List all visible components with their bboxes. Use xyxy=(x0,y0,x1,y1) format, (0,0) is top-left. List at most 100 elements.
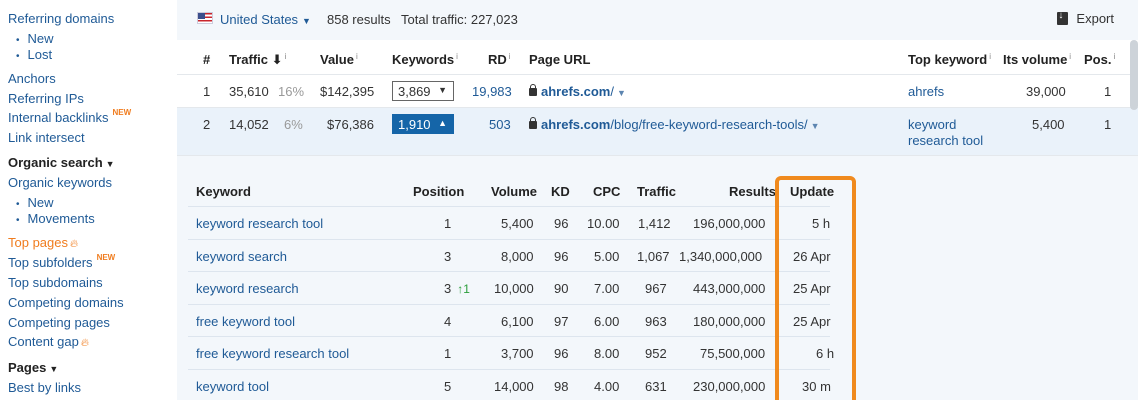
sidebar-item-label: Internal backlinks xyxy=(8,110,109,125)
col-cpc[interactable]: CPC xyxy=(593,184,620,199)
row-results: 230,000,000 xyxy=(693,378,766,394)
row-top-keyword[interactable]: ahrefs xyxy=(908,84,944,99)
col-pos[interactable]: Pos. i xyxy=(1084,52,1115,67)
row-results: 196,000,000 xyxy=(693,216,766,231)
sidebar-item-best-by-links[interactable]: Best by links xyxy=(8,380,81,395)
caret-up-icon: ▲ xyxy=(438,118,447,128)
table-row: free keyword tool 4 6,100 97 6.00 963 18… xyxy=(188,303,831,337)
sidebar-item-rd-lost[interactable]: • Lost xyxy=(16,47,52,62)
sidebar-item-internal-backlinks[interactable]: Internal backlinks NEW xyxy=(8,108,131,125)
bullet-icon: • xyxy=(16,199,20,210)
row-cpc: 10.00 xyxy=(587,216,620,231)
col-volume[interactable]: Volume xyxy=(491,184,537,199)
sidebar-item-label: Top subfolders xyxy=(8,255,93,270)
bullet-icon: • xyxy=(16,35,20,46)
sidebar-item-top-subdomains[interactable]: Top subdomains xyxy=(8,275,103,290)
caret-down-icon[interactable]: ▼ xyxy=(811,121,820,131)
row-update: 26 Apr xyxy=(793,248,831,264)
col-label: Traffic xyxy=(229,52,269,67)
country-select[interactable]: United States ▼ xyxy=(220,12,311,27)
sidebar-heading-label: Organic search xyxy=(8,155,103,170)
col-traffic[interactable]: Traffic ⬇ i xyxy=(229,52,286,68)
row-cpc: 5.00 xyxy=(594,248,620,264)
keyword-link[interactable]: keyword search xyxy=(196,249,287,264)
keywords-subtable: Keyword Position Volume KD CPC Traffic R… xyxy=(177,156,1138,400)
keyword-link[interactable]: keyword research xyxy=(196,281,299,296)
sidebar-item-rd-new[interactable]: • New xyxy=(16,31,54,46)
keywords-dropdown[interactable]: 1,910 ▲ xyxy=(392,114,454,134)
col-value[interactable]: Value i xyxy=(320,52,358,67)
sidebar-item-organic-keywords[interactable]: Organic keywords xyxy=(8,175,112,190)
info-icon: i xyxy=(989,52,991,61)
col-kd[interactable]: KD xyxy=(551,184,570,199)
row-volume: 8,000 xyxy=(501,248,534,264)
table-row[interactable]: 2 14,052 6% $76,386 1,910 ▲ 503 ahrefs.co… xyxy=(177,108,1138,156)
caret-down-icon[interactable]: ▼ xyxy=(617,88,626,98)
sidebar-item-label: Movements xyxy=(27,211,95,226)
sidebar-item-referring-domains[interactable]: Referring domains xyxy=(8,11,114,26)
scrollbar-thumb[interactable] xyxy=(1130,40,1138,110)
row-rd-link[interactable]: 503 xyxy=(489,117,511,132)
sidebar-item-anchors[interactable]: Anchors xyxy=(8,71,56,86)
sidebar-item-ok-new[interactable]: • New xyxy=(16,195,54,210)
top-pages-table: # Traffic ⬇ i Value i Keywords i RD i Page U… xyxy=(177,40,1138,156)
row-position: 3 ↑1 xyxy=(444,281,470,296)
keyword-link[interactable]: keyword research tool xyxy=(196,216,323,231)
row-volume: 6,100 xyxy=(501,313,534,329)
row-position: 3 xyxy=(444,248,452,264)
row-update: 30 m xyxy=(802,378,831,394)
sidebar-heading-organic-search[interactable]: Organic search ▼ xyxy=(8,155,115,170)
table-row: keyword tool 5 14,000 98 4.00 631 230,00… xyxy=(188,368,831,400)
col-top-keyword[interactable]: Top keyword i xyxy=(908,52,991,67)
results-toolbar: United States ▼ 858 results Total traffic… xyxy=(177,0,1138,40)
keywords-dropdown[interactable]: 3,869 ▼ xyxy=(392,81,454,101)
sidebar-item-referring-ips[interactable]: Referring IPs xyxy=(8,91,84,106)
row-pos: 1 xyxy=(1104,117,1112,132)
sidebar-item-label: Content gap xyxy=(8,334,79,349)
country-label: United States xyxy=(220,12,299,27)
row-rd-link[interactable]: 19,983 xyxy=(472,84,512,99)
sidebar-item-ok-movements[interactable]: • Movements xyxy=(16,211,95,226)
row-update: 25 Apr xyxy=(793,313,831,329)
url-path: /blog/free-keyword-research-tools/ xyxy=(610,117,808,132)
sidebar-heading-pages[interactable]: Pages ▼ xyxy=(8,360,58,375)
export-button[interactable]: Export xyxy=(1057,10,1114,26)
row-num: 1 xyxy=(203,84,211,99)
top-keyword-line2: research tool xyxy=(908,133,984,148)
row-page-url[interactable]: ahrefs.com/blog/free-keyword-research-to… xyxy=(529,117,820,132)
row-value: $76,386 xyxy=(327,117,374,132)
sidebar-item-label: New xyxy=(27,31,54,46)
sidebar-item-competing-domains[interactable]: Competing domains xyxy=(8,295,124,310)
change-value: 1 xyxy=(463,282,470,296)
row-traffic: 952 xyxy=(645,346,667,361)
sidebar-item-link-intersect[interactable]: Link intersect xyxy=(8,130,85,145)
row-page-url[interactable]: ahrefs.com/▼ xyxy=(529,84,626,99)
col-update[interactable]: Update xyxy=(790,184,834,199)
sidebar-item-top-pages[interactable]: Top pages 🔥︎ xyxy=(8,235,78,251)
col-rd[interactable]: RD i xyxy=(488,52,511,67)
col-results[interactable]: Results xyxy=(729,184,776,199)
sort-desc-icon: ⬇ xyxy=(271,52,283,67)
col-traffic[interactable]: Traffic xyxy=(637,184,676,199)
keyword-link[interactable]: free keyword research tool xyxy=(196,346,349,361)
col-label: Its volume xyxy=(1003,52,1068,67)
row-top-keyword[interactable]: keyword research tool xyxy=(908,117,983,149)
row-results: 443,000,000 xyxy=(693,281,766,296)
sidebar-item-competing-pages[interactable]: Competing pages xyxy=(8,315,110,330)
sidebar-item-top-subfolders[interactable]: Top subfolders NEW xyxy=(8,253,115,270)
row-kd: 98 xyxy=(554,378,569,394)
keyword-link[interactable]: keyword tool xyxy=(196,379,269,394)
table-header: # Traffic ⬇ i Value i Keywords i RD i Page U… xyxy=(177,40,1138,75)
row-position: 4 xyxy=(444,313,452,329)
row-traffic: 35,610 xyxy=(229,84,269,99)
table-row[interactable]: 1 35,610 16% $142,395 3,869 ▼ 19,983 ahre… xyxy=(177,75,1138,108)
row-traffic: 14,052 xyxy=(229,117,269,132)
col-its-volume[interactable]: Its volume i xyxy=(1003,52,1071,67)
sidebar-item-content-gap[interactable]: Content gap 🔥︎ xyxy=(8,334,89,350)
keyword-link[interactable]: free keyword tool xyxy=(196,314,295,329)
col-keyword[interactable]: Keyword xyxy=(196,184,251,199)
col-keywords[interactable]: Keywords i xyxy=(392,52,458,67)
bullet-icon: • xyxy=(16,215,20,226)
col-position[interactable]: Position xyxy=(413,184,464,199)
caret-down-icon: ▼ xyxy=(302,16,311,26)
